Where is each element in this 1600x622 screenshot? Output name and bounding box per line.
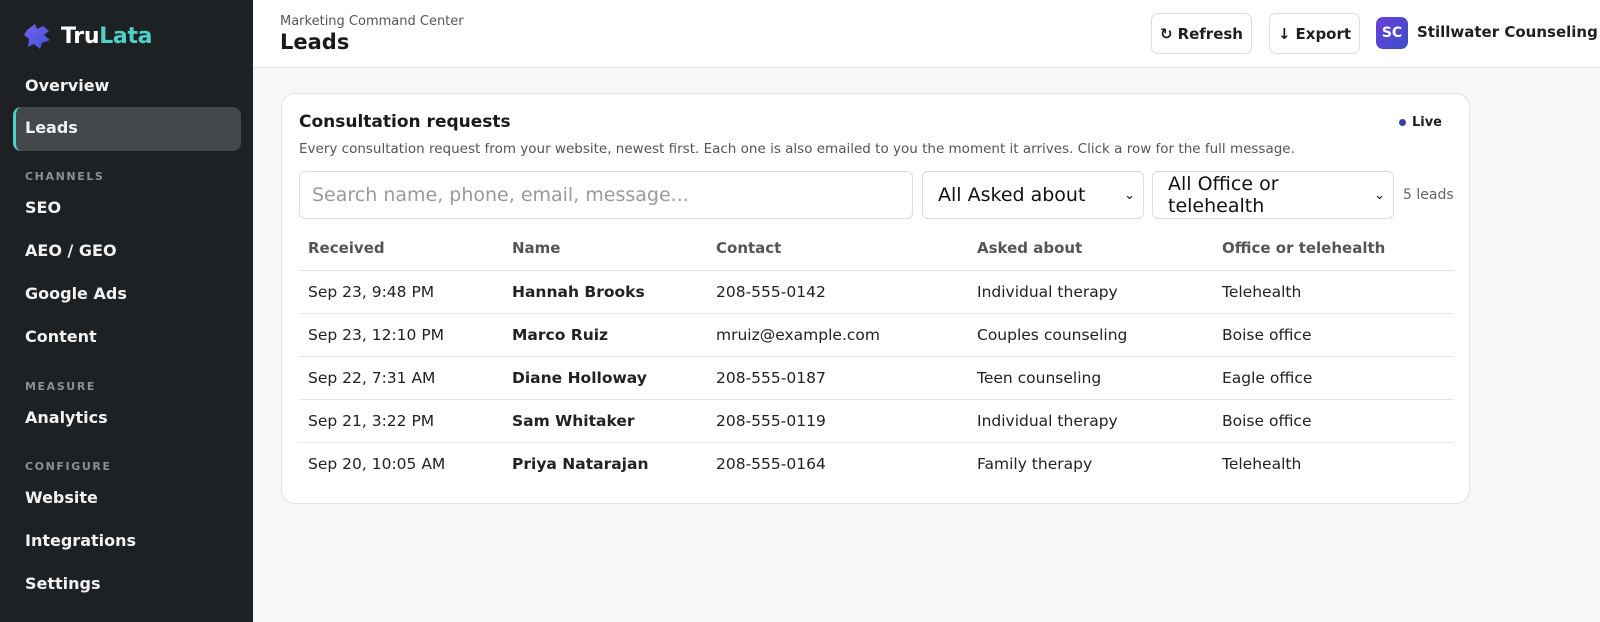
cell-office: Boise office xyxy=(1213,313,1454,357)
avatar[interactable]: SC xyxy=(1376,17,1408,49)
cell-contact: mruiz@example.com xyxy=(707,313,968,357)
cell-received: Sep 22, 7:31 AM xyxy=(299,356,503,400)
chevron-down-icon: ⌄ xyxy=(1374,187,1385,203)
chevron-down-icon: ⌄ xyxy=(1124,187,1135,203)
office-filter[interactable]: All Office or telehealth ⌄ xyxy=(1152,171,1394,219)
leads-card: Consultation requests Every consultation… xyxy=(281,93,1470,504)
cell-received: Sep 23, 9:48 PM xyxy=(299,270,503,314)
cell-received: Sep 20, 10:05 AM xyxy=(308,454,446,473)
lead-count: 5 leads xyxy=(1403,187,1454,203)
sidebar-item-google-ads[interactable]: Google Ads xyxy=(25,284,127,303)
cell-contact: 208-555-0119 xyxy=(707,399,968,443)
sidebar-item-leads[interactable]: Leads xyxy=(25,118,78,137)
cell-contact: 208-555-0164 xyxy=(716,454,826,473)
page-title: Leads xyxy=(280,30,350,54)
cell-name: Marco Ruiz xyxy=(503,313,707,357)
column-header-name[interactable]: Name xyxy=(503,226,707,271)
column-header-office[interactable]: Office or telehealth xyxy=(1213,226,1454,271)
card-description: Every consultation request from your web… xyxy=(299,141,1295,157)
sidebar-item-seo[interactable]: SEO xyxy=(25,198,61,217)
table-row[interactable]: Sep 20, 10:05 AM Priya Natarajan 208-555… xyxy=(299,442,1454,485)
sidebar-item-overview[interactable]: Overview xyxy=(25,76,109,95)
account-name[interactable]: Stillwater Counseling xyxy=(1417,23,1598,41)
arrow-down-icon: ↓ xyxy=(1277,24,1291,43)
cell-contact: 208-555-0142 xyxy=(707,270,968,314)
cell-contact: 208-555-0187 xyxy=(707,356,968,400)
brand-name: TruLata xyxy=(61,23,153,49)
leads-table: Received Name Contact Asked about Office… xyxy=(299,226,1454,485)
cell-asked-about: Teen counseling xyxy=(968,356,1213,400)
table-header-row: Received Name Contact Asked about Office… xyxy=(299,226,1454,271)
asked-about-filter[interactable]: All Asked about ⌄ xyxy=(922,171,1144,219)
cell-name: Sam Whitaker xyxy=(503,399,707,443)
table-row[interactable]: Sep 21, 3:22 PM Sam Whitaker 208-555-011… xyxy=(299,399,1454,443)
sidebar-section-channels: CHANNELS xyxy=(25,170,105,183)
cell-name: Diane Holloway xyxy=(503,356,707,400)
column-header-asked-about[interactable]: Asked about xyxy=(968,226,1213,271)
table-row[interactable]: Sep 23, 12:10 PM Marco Ruiz mruiz@exampl… xyxy=(299,313,1454,357)
export-button-label: Export xyxy=(1295,24,1352,43)
export-button[interactable]: ↓ Export xyxy=(1269,13,1360,54)
live-dot-icon xyxy=(1398,119,1406,126)
top-bar: Marketing Command Center Leads ↻ Refresh… xyxy=(253,0,1600,68)
sidebar-item-analytics[interactable]: Analytics xyxy=(25,408,108,427)
search-input[interactable] xyxy=(299,171,913,219)
cell-name: Priya Natarajan xyxy=(512,454,649,473)
table-row[interactable]: Sep 22, 7:31 AM Diane Holloway 208-555-0… xyxy=(299,356,1454,400)
breadcrumb[interactable]: Marketing Command Center xyxy=(280,14,464,29)
sidebar-item-website[interactable]: Website xyxy=(25,488,98,507)
office-filter-value: All Office or telehealth xyxy=(1168,173,1279,217)
sidebar-item-settings[interactable]: Settings xyxy=(25,574,101,593)
cell-asked-about: Individual therapy xyxy=(968,270,1213,314)
column-header-received[interactable]: Received xyxy=(299,226,503,271)
cell-office: Telehealth xyxy=(1213,270,1454,314)
cell-office: Telehealth xyxy=(1222,454,1302,473)
cell-office: Boise office xyxy=(1213,399,1454,443)
brand-name-part2: Lata xyxy=(99,23,153,49)
asked-about-filter-value: All Asked about xyxy=(938,184,1086,206)
sidebar: TruLata Overview Leads CHANNELS SEO AEO … xyxy=(0,0,253,622)
cell-received: Sep 23, 12:10 PM xyxy=(299,313,503,357)
refresh-button-label: Refresh xyxy=(1177,24,1243,43)
cell-name: Hannah Brooks xyxy=(503,270,707,314)
refresh-icon: ↻ xyxy=(1159,24,1173,43)
sidebar-section-measure: MEASURE xyxy=(25,380,97,393)
table-row[interactable]: Sep 23, 9:48 PM Hannah Brooks 208-555-01… xyxy=(299,270,1454,314)
sidebar-item-integrations[interactable]: Integrations xyxy=(25,531,136,550)
card-title: Consultation requests xyxy=(299,112,511,132)
puzzle-logo-icon xyxy=(24,24,50,49)
cell-received: Sep 21, 3:22 PM xyxy=(299,399,503,443)
refresh-button[interactable]: ↻ Refresh xyxy=(1151,13,1252,54)
cell-asked-about: Couples counseling xyxy=(968,313,1213,357)
sidebar-item-aeo-geo[interactable]: AEO / GEO xyxy=(25,241,117,260)
sidebar-section-configure: CONFIGURE xyxy=(25,460,112,473)
column-header-contact[interactable]: Contact xyxy=(707,226,968,271)
cell-office: Eagle office xyxy=(1213,356,1454,400)
brand-name-part1: Tru xyxy=(61,23,100,49)
brand-logo[interactable]: TruLata xyxy=(23,22,153,50)
cell-asked-about: Individual therapy xyxy=(968,399,1213,443)
sidebar-item-content[interactable]: Content xyxy=(25,327,97,346)
live-indicator: Live xyxy=(1398,115,1442,130)
live-label: Live xyxy=(1411,115,1442,130)
cell-asked-about: Family therapy xyxy=(977,454,1093,473)
